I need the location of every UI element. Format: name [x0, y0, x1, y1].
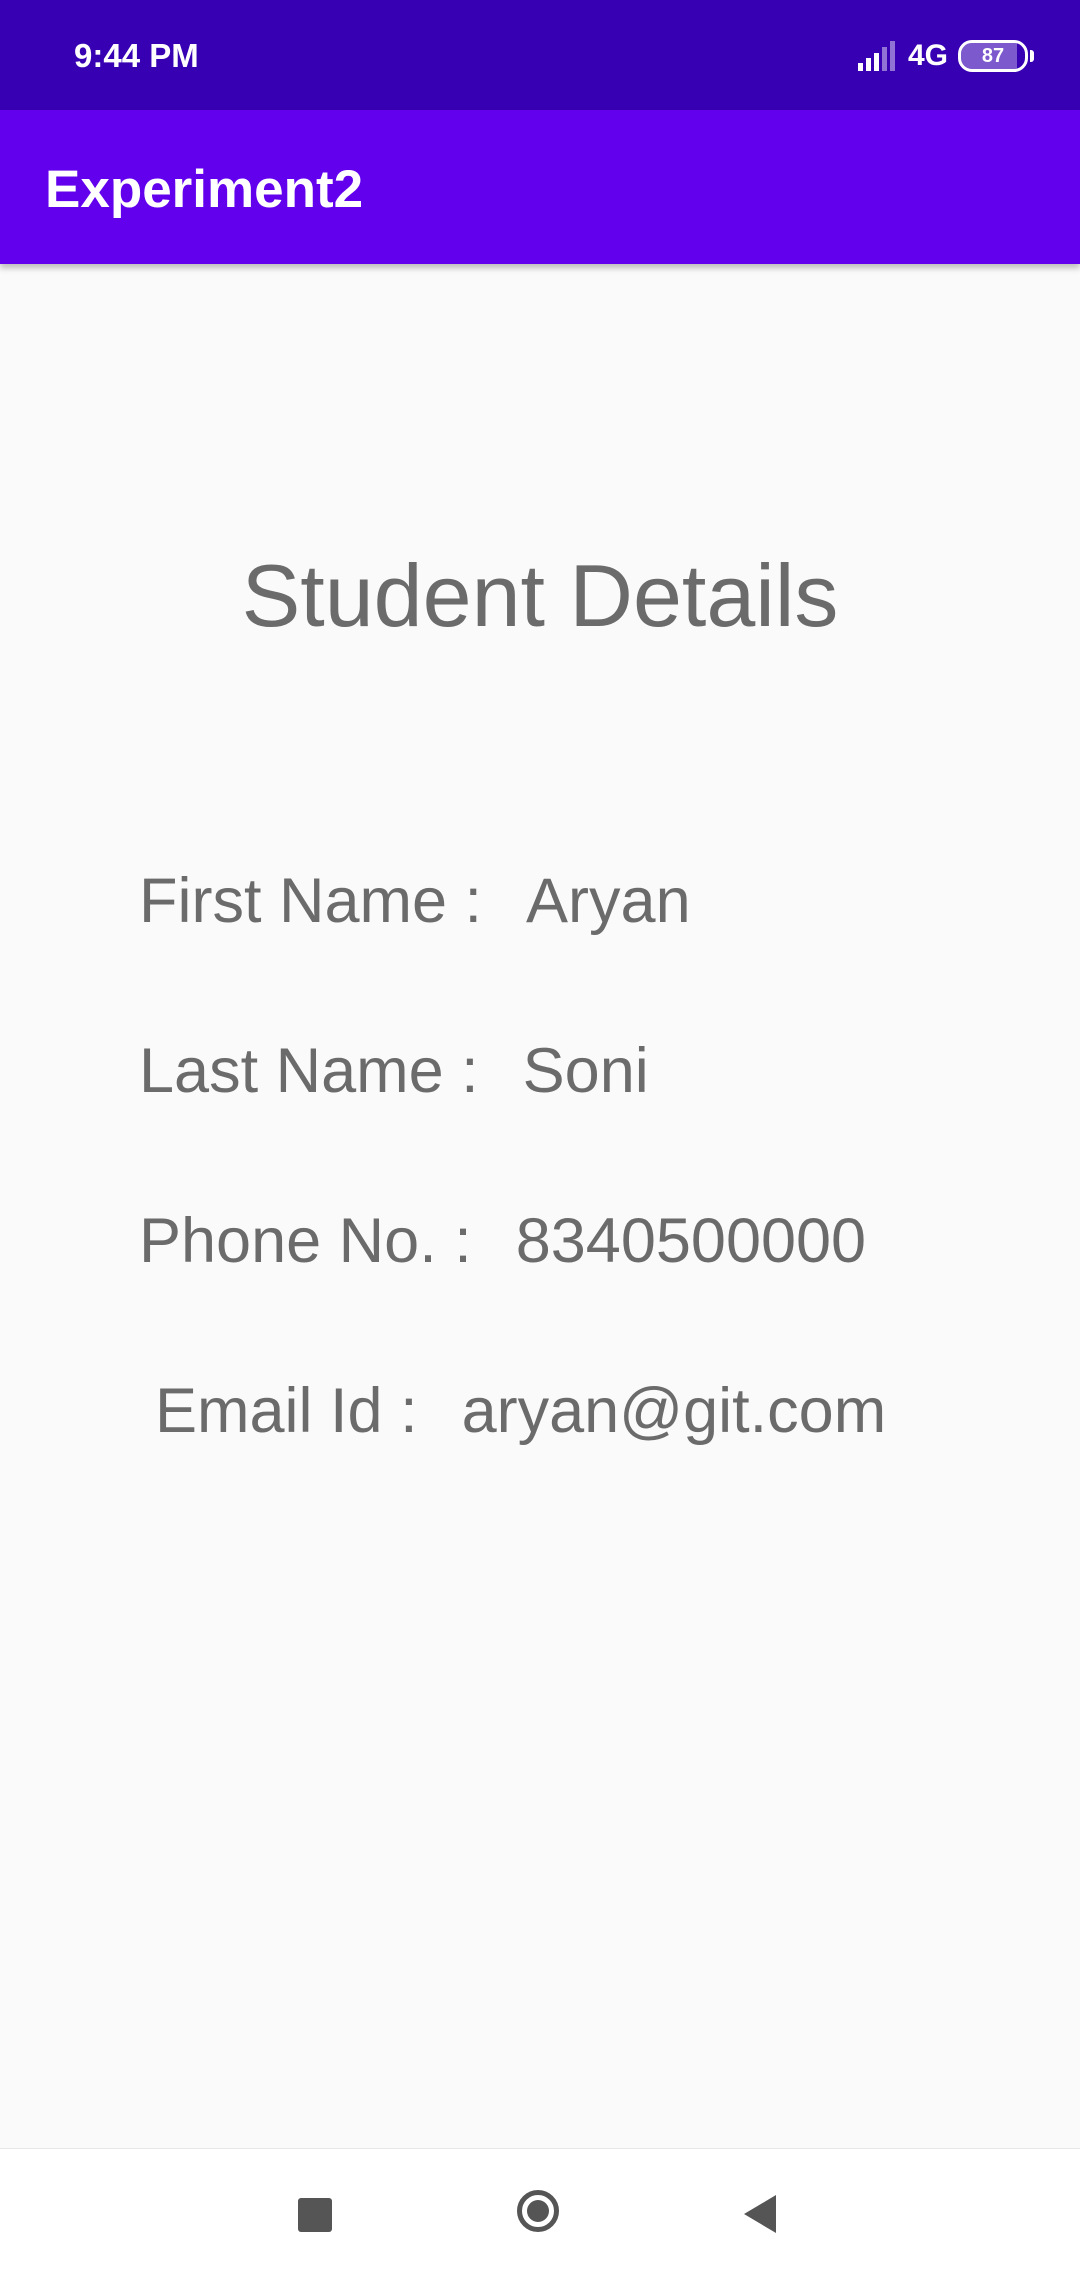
- app-title: Experiment2: [45, 160, 364, 219]
- page-title: Student Details: [241, 546, 839, 645]
- battery-icon: 87: [958, 40, 1028, 72]
- first-name-label: First Name :: [139, 866, 483, 936]
- phone-row: Phone No. : 8340500000: [139, 1204, 866, 1278]
- student-details-screen: Student Details First Name : Aryan Last N…: [0, 264, 1080, 2148]
- status-bar: 9:44 PM 4G 87: [0, 0, 1080, 110]
- app-bar: Experiment2: [0, 110, 1080, 264]
- phone-label: Phone No. :: [139, 1206, 472, 1276]
- status-icons: 4G 87: [857, 36, 1034, 76]
- circle-home-icon[interactable]: [517, 2190, 559, 2232]
- signal-bars-icon: [857, 41, 898, 71]
- email-value: aryan@git.com: [461, 1376, 887, 1446]
- system-nav-bar: [0, 2148, 1080, 2281]
- first-name-row: First Name : Aryan: [139, 864, 691, 938]
- email-label: Email Id :: [155, 1376, 418, 1446]
- email-row: Email Id : aryan@git.com: [155, 1374, 886, 1448]
- square-recents-icon[interactable]: [298, 2198, 332, 2232]
- network-type: 4G: [907, 39, 948, 72]
- phone-value: 8340500000: [515, 1206, 867, 1276]
- last-name-label: Last Name :: [139, 1036, 479, 1106]
- last-name-value: Soni: [522, 1036, 649, 1106]
- battery-nub: [1030, 50, 1034, 62]
- last-name-row: Last Name : Soni: [139, 1034, 649, 1108]
- battery-level: 87: [981, 44, 1005, 67]
- triangle-back-icon[interactable]: [744, 2195, 776, 2233]
- status-time: 9:44 PM: [74, 37, 199, 74]
- first-name-value: Aryan: [526, 866, 691, 936]
